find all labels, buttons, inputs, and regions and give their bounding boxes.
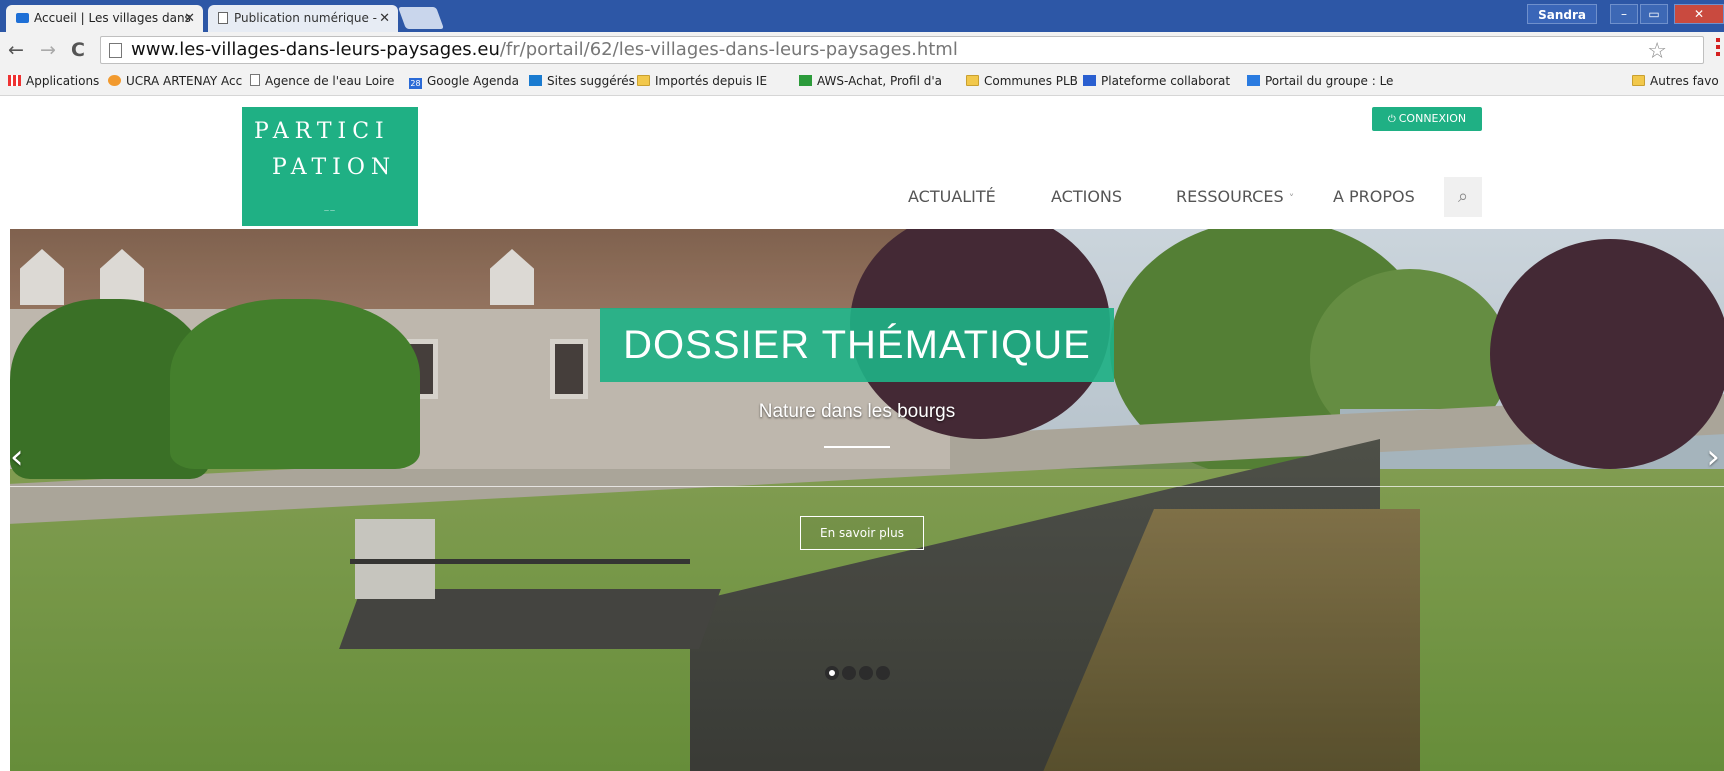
camera-icon	[16, 13, 29, 23]
tab-accueil[interactable]: Accueil | Les villages dans ✕	[6, 5, 203, 32]
url-path: /fr/portail/62/les-villages-dans-leurs-p…	[499, 39, 958, 60]
learn-more-button[interactable]: En savoir plus	[800, 516, 924, 550]
login-label: CONNEXION	[1398, 112, 1467, 125]
bookmark-label: Google Agenda	[427, 74, 519, 88]
previous-slide-icon[interactable]: ‹	[10, 437, 24, 477]
bookmark-label: Plateforme collaborat	[1101, 74, 1231, 88]
logo-line-2: PATION	[272, 155, 397, 180]
bookmark-communes-plb[interactable]: Communes PLB	[966, 74, 1078, 88]
tab-title: Publication numérique -	[234, 11, 377, 25]
hero-title: DOSSIER THÉMATIQUE	[600, 308, 1114, 382]
bookmark-label: UCRA ARTENAY Acc	[126, 74, 243, 88]
hero-slider: DOSSIER THÉMATIQUE Nature dans les bourg…	[10, 229, 1724, 771]
bookmarks-bar: Applications UCRA ARTENAY Acc Agence de …	[0, 68, 1724, 96]
bing-icon	[529, 75, 542, 86]
bookmark-label: Portail du groupe : Le	[1265, 74, 1394, 88]
page-icon	[218, 12, 228, 24]
ucra-icon	[108, 75, 121, 86]
hero-horizontal-line	[10, 486, 1724, 487]
alpha-icon	[1083, 75, 1096, 86]
logo-tagline: ——	[324, 208, 336, 214]
address-bar[interactable]: www.les-villages-dans-leurs-paysages.eu/…	[100, 36, 1704, 64]
close-icon[interactable]: ✕	[379, 5, 390, 32]
tab-title: Accueil | Les villages dans	[34, 11, 191, 25]
bookmark-label: Sites suggérés	[547, 74, 635, 88]
chevron-down-icon: ˅	[1288, 192, 1295, 205]
power-icon: ⏻	[1387, 114, 1396, 125]
folder-icon	[1632, 75, 1645, 86]
bookmark-ucra[interactable]: UCRA ARTENAY Acc	[108, 74, 242, 88]
browser-toolbar: ← → C www.les-villages-dans-leurs-paysag…	[0, 32, 1724, 68]
folder-icon	[966, 75, 979, 86]
hero-subtitle: Nature dans les bourgs	[758, 401, 956, 422]
page-icon	[250, 74, 260, 86]
bookmark-label: AWS-Achat, Profil d'a	[817, 74, 943, 88]
slide-dot[interactable]	[859, 666, 873, 680]
slide-dot[interactable]	[825, 666, 839, 680]
apps-icon	[8, 75, 21, 86]
bookmark-label: Communes PLB	[984, 74, 1078, 88]
url-host: www.les-villages-dans-leurs-paysages.eu	[131, 39, 500, 60]
reload-icon[interactable]: C	[71, 39, 85, 61]
forward-icon[interactable]: →	[40, 39, 56, 61]
next-slide-icon[interactable]: ›	[1706, 437, 1720, 477]
new-tab-button[interactable]	[397, 7, 445, 29]
bookmark-label: Importés depuis IE	[655, 74, 768, 88]
page-icon	[109, 43, 122, 58]
bookmark-label: Agence de l'eau Loire	[265, 74, 395, 88]
site-logo[interactable]: PARTICI PATION ——	[242, 107, 418, 226]
close-window-button[interactable]: ✕	[1674, 4, 1724, 24]
profile-button[interactable]: Sandra	[1527, 4, 1597, 24]
slide-dot[interactable]	[876, 666, 890, 680]
site-header: PARTICI PATION —— ⏻ CONNEXION ACTUALITÉ A…	[0, 97, 1724, 229]
bookmark-aws-achat[interactable]: AWS-Achat, Profil d'a	[799, 74, 942, 88]
camera-icon	[1247, 75, 1260, 86]
bookmark-agence-eau[interactable]: Agence de l'eau Loire	[250, 74, 394, 88]
green-square-icon	[799, 75, 812, 86]
slide-dot[interactable]	[842, 666, 856, 680]
search-icon[interactable]: ⌕	[1444, 177, 1482, 217]
bookmark-sites-suggeres[interactable]: Sites suggérés	[529, 74, 635, 88]
tab-publication[interactable]: Publication numérique - ✕	[208, 5, 398, 32]
browser-tab-strip: Accueil | Les villages dans ✕ Publicatio…	[0, 0, 1724, 32]
nav-actions[interactable]: ACTIONS	[1051, 187, 1122, 206]
logo-line-1: PARTICI	[254, 119, 390, 144]
nav-ressources[interactable]: RESSOURCES ˅	[1176, 187, 1294, 206]
bookmark-plateforme[interactable]: Plateforme collaborat	[1083, 74, 1230, 88]
hero-divider-rule	[824, 446, 890, 448]
back-icon[interactable]: ←	[8, 39, 24, 61]
slide-indicators	[825, 665, 893, 684]
bookmark-google-agenda[interactable]: 28 Google Agenda	[409, 74, 519, 89]
browser-menu-icon[interactable]	[1716, 38, 1720, 58]
login-button[interactable]: ⏻ CONNEXION	[1372, 107, 1482, 131]
bookmark-star-icon[interactable]: ☆	[1647, 39, 1667, 65]
bookmark-importes-ie[interactable]: Importés depuis IE	[637, 74, 767, 88]
close-icon[interactable]: ✕	[184, 5, 195, 32]
bookmark-autres-favoris[interactable]: Autres favo	[1632, 74, 1719, 88]
minimize-button[interactable]: –	[1610, 4, 1638, 24]
nav-ressources-label: RESSOURCES	[1176, 187, 1284, 206]
restore-button[interactable]: ▭	[1640, 4, 1668, 24]
calendar-icon: 28	[409, 78, 422, 89]
bookmark-label: Autres favo	[1650, 74, 1719, 88]
nav-actualite[interactable]: ACTUALITÉ	[908, 187, 996, 206]
bookmark-label: Applications	[26, 74, 100, 88]
bookmark-portail-groupe[interactable]: Portail du groupe : Le	[1247, 74, 1393, 88]
folder-icon	[637, 75, 650, 86]
bookmark-applications[interactable]: Applications	[8, 74, 99, 88]
nav-a-propos[interactable]: A PROPOS	[1333, 187, 1415, 206]
